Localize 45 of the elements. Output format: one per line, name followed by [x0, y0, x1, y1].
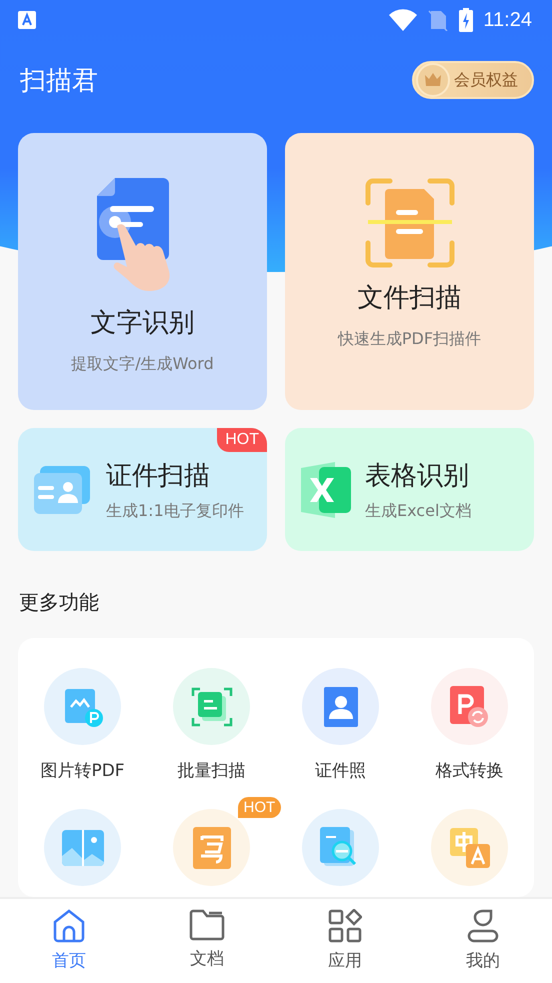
feature-title: 文字识别	[90, 307, 194, 340]
nav-tab[interactable]: 应用	[276, 899, 414, 983]
hot-badge: HOT	[217, 428, 267, 452]
battery-charging-icon	[459, 8, 474, 32]
app-title: 扫描君	[20, 64, 98, 98]
nav-tab[interactable]: 我的	[414, 899, 552, 983]
notification-app-icon	[18, 11, 36, 29]
feature-card[interactable]: 文字识别 提取文字/生成Word	[18, 133, 267, 410]
feature-subtitle: 生成Excel文档	[365, 500, 472, 522]
nav-tab[interactable]: 首页	[0, 899, 138, 983]
feature-subtitle: 生成1:1电子复印件	[106, 500, 244, 522]
image-pdf-icon	[62, 686, 102, 726]
format-convert-icon	[450, 686, 490, 728]
portrait-photo-icon	[324, 686, 358, 726]
section-title: 更多功能	[19, 589, 100, 616]
crown-icon	[416, 63, 450, 97]
batch-scan-icon	[190, 686, 232, 728]
feature-title: 文件扫描	[358, 282, 462, 315]
translate-icon	[450, 828, 490, 868]
apps-grid-icon	[328, 909, 362, 943]
person-icon	[467, 909, 499, 943]
image-split-icon	[62, 830, 104, 866]
home-icon	[52, 909, 86, 943]
hot-badge: HOT	[238, 797, 282, 818]
spreadsheet-icon	[301, 462, 351, 518]
document-scan-icon	[364, 178, 454, 268]
feature-subtitle: 快速生成PDF扫描件	[338, 329, 482, 350]
feature-card[interactable]: 文件扫描 快速生成PDF扫描件	[285, 133, 534, 410]
feature-card[interactable]: 表格识别 生成Excel文档	[285, 428, 534, 551]
feature-subtitle: 提取文字/生成Word	[71, 354, 214, 375]
status-time: 11:24	[483, 8, 532, 32]
id-card-icon	[34, 466, 92, 514]
tool-label[interactable]: 批量扫描	[178, 759, 246, 782]
membership-button[interactable]: 会员权益	[412, 61, 534, 99]
tool-label[interactable]: 图片转PDF	[40, 759, 125, 782]
no-sim-icon	[427, 9, 450, 31]
feature-card[interactable]: HOT 证件扫描 生成1:1电子复印件	[18, 428, 267, 551]
feature-title: 表格识别	[365, 460, 470, 492]
tool-label[interactable]: 证件照	[315, 759, 366, 782]
nav-tab[interactable]: 文档	[138, 899, 276, 983]
writing-icon	[192, 826, 230, 868]
wifi-icon	[389, 9, 418, 31]
feature-title: 证件扫描	[106, 460, 211, 492]
folder-icon	[189, 909, 225, 941]
tool-label[interactable]: 格式转换	[436, 759, 504, 782]
